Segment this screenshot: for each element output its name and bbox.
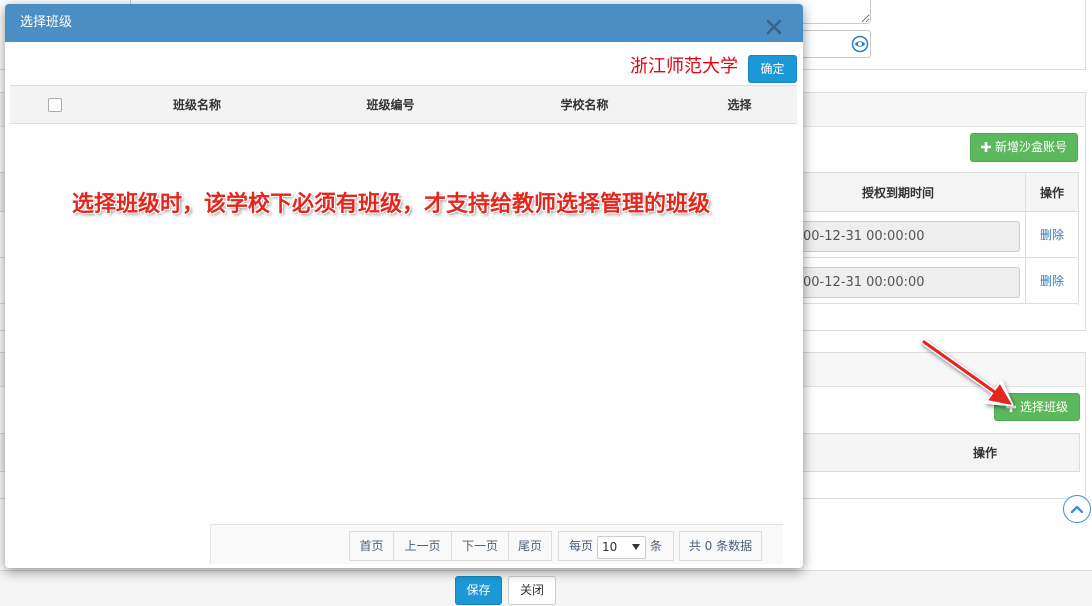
page-size-group: 每页 10 条 bbox=[558, 531, 674, 561]
eye-icon[interactable] bbox=[851, 35, 869, 53]
annotation-arrow bbox=[921, 339, 1014, 407]
column-header-select: 选择 bbox=[727, 98, 752, 112]
scroll-top-button[interactable] bbox=[1063, 495, 1091, 523]
select-class-modal: 选择班级 浙江师范大学 确定 班级名称 班级编号 学校名称 选择 首页 上一页 … bbox=[5, 4, 803, 568]
pagination: 首页 上一页 下一页 尾页 每页 10 条 共 0 条数据 bbox=[210, 524, 783, 564]
expiry-date-field[interactable] bbox=[790, 221, 1020, 252]
modal-title: 选择班级 bbox=[20, 15, 73, 30]
close-icon[interactable] bbox=[766, 19, 782, 35]
page-size-select[interactable]: 10 bbox=[597, 536, 646, 559]
action-cell: 删除 bbox=[1025, 212, 1078, 257]
select-all-checkbox[interactable] bbox=[48, 97, 62, 112]
form-footer: 保存 关闭 bbox=[0, 570, 1092, 606]
delete-link[interactable]: 删除 bbox=[1040, 226, 1064, 243]
class-table-header: 班级名称 班级编号 学校名称 选择 bbox=[10, 85, 797, 124]
page-size-suffix: 条 bbox=[650, 539, 663, 553]
page-size-prefix: 每页 bbox=[569, 539, 594, 553]
caret-down-icon bbox=[632, 544, 640, 550]
prev-page-button[interactable]: 上一页 bbox=[393, 531, 452, 561]
column-header-class-name: 班级名称 bbox=[172, 98, 221, 112]
save-button[interactable]: 保存 bbox=[455, 576, 502, 605]
action-cell: 删除 bbox=[1025, 258, 1078, 303]
checkbox-column bbox=[10, 86, 100, 123]
next-page-button[interactable]: 下一页 bbox=[451, 531, 509, 561]
chevron-up-icon bbox=[1070, 505, 1084, 514]
total-count: 共 0 条数据 bbox=[679, 531, 762, 561]
school-name: 浙江师范大学 bbox=[630, 56, 738, 77]
column-header-action: 操作 bbox=[1025, 173, 1078, 211]
close-button[interactable]: 关闭 bbox=[508, 576, 556, 605]
plus-icon bbox=[980, 135, 991, 152]
modal-header: 选择班级 bbox=[5, 4, 803, 42]
page-size-value: 10 bbox=[602, 540, 618, 554]
column-header-action: 操作 bbox=[972, 446, 997, 460]
class-table-body bbox=[10, 124, 797, 514]
confirm-button[interactable]: 确定 bbox=[748, 55, 797, 83]
expiry-date-field[interactable] bbox=[790, 267, 1020, 298]
add-sandbox-account-label: 新增沙盒账号 bbox=[994, 140, 1067, 154]
first-page-button[interactable]: 首页 bbox=[349, 531, 394, 561]
add-sandbox-account-button[interactable]: 新增沙盒账号 bbox=[970, 133, 1078, 162]
delete-link[interactable]: 删除 bbox=[1040, 272, 1064, 289]
annotation-note: 选择班级时，该学校下必须有班级，才支持给教师选择管理的班级 bbox=[72, 191, 711, 217]
column-header-school-name: 学校名称 bbox=[560, 98, 609, 112]
last-page-button[interactable]: 尾页 bbox=[508, 531, 552, 561]
column-header-expiry: 授权到期时间 bbox=[861, 185, 934, 200]
column-header-class-code: 班级编号 bbox=[366, 98, 415, 112]
